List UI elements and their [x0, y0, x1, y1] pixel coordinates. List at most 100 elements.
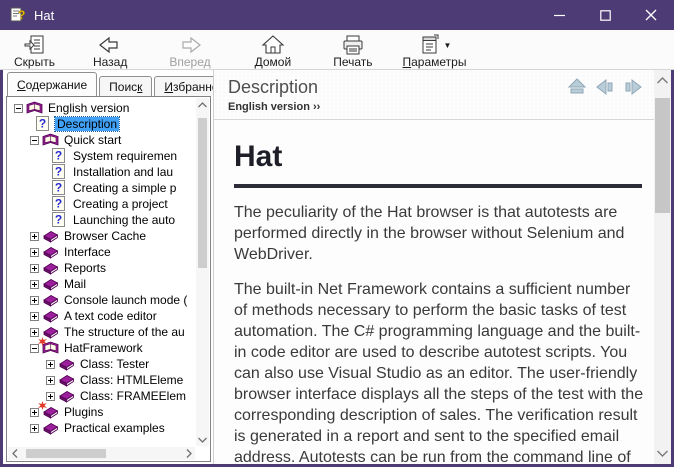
scroll-down-icon[interactable]: [654, 445, 671, 462]
scroll-right-icon[interactable]: [182, 447, 195, 460]
tree-item[interactable]: Quick start: [8, 132, 195, 148]
tab-search[interactable]: Поиск: [99, 76, 153, 96]
expand-plus-icon[interactable]: [30, 263, 39, 273]
collapse-minus-icon[interactable]: [30, 135, 39, 145]
back-arrow-icon: [97, 34, 123, 56]
home-button[interactable]: Домой: [249, 33, 298, 70]
closed-book-icon: [42, 276, 59, 292]
tree-item[interactable]: Console launch mode (: [8, 292, 195, 308]
expand-plus-icon[interactable]: [30, 311, 39, 321]
expand-plus-icon[interactable]: [46, 375, 55, 385]
tree-item[interactable]: Class: HTMLEleme: [8, 372, 195, 388]
scroll-down-icon[interactable]: [196, 433, 209, 446]
svg-text:?: ?: [39, 117, 46, 131]
svg-text:?: ?: [55, 213, 62, 227]
tree-item[interactable]: Practical examples: [8, 420, 195, 436]
app-window: ? Hat Скрыть Назад Вперед Домой Печать ▼…: [0, 0, 674, 467]
topic-nav-arrows: [567, 78, 643, 96]
topic-paragraph: The peculiarity of the Hat browser is th…: [234, 204, 625, 263]
tree-item[interactable]: Reports: [8, 260, 195, 276]
expand-plus-icon[interactable]: [30, 295, 39, 305]
expand-plus-icon[interactable]: [30, 231, 39, 241]
scroll-left-icon[interactable]: [8, 447, 21, 460]
closed-book-icon: [58, 356, 75, 372]
navigation-pane: Содержание Поиск Избранное English versi: [3, 70, 236, 464]
new-star-icon: [38, 337, 47, 346]
hide-button[interactable]: Скрыть: [8, 33, 61, 70]
print-button[interactable]: Печать: [327, 33, 378, 70]
topic-paragraph: The built-in Net Framework contains a su…: [234, 281, 644, 464]
expand-plus-icon[interactable]: [30, 423, 39, 433]
tree-item[interactable]: ? Launching the auto: [8, 212, 195, 228]
tree-vertical-scrollbar[interactable]: [196, 98, 209, 446]
svg-text:?: ?: [18, 8, 25, 22]
scroll-up-icon[interactable]: [654, 72, 671, 89]
open-book-icon: [42, 132, 59, 148]
content-vertical-scrollbar[interactable]: [654, 70, 671, 464]
tree-horizontal-scrollbar[interactable]: [8, 447, 195, 460]
tree-item[interactable]: A text code editor: [8, 308, 195, 324]
open-book-icon: [26, 100, 43, 116]
help-page-icon: ?: [35, 116, 52, 132]
tree-item[interactable]: ? Installation and lau: [8, 164, 195, 180]
next-icon[interactable]: [623, 78, 643, 96]
closed-book-icon: [42, 308, 59, 324]
expand-plus-icon[interactable]: [30, 279, 39, 289]
svg-text:?: ?: [55, 149, 62, 163]
hide-pane-icon: [22, 34, 46, 56]
tree-item[interactable]: Interface: [8, 244, 195, 260]
closed-book-icon: [58, 388, 75, 404]
maximize-button[interactable]: [582, 0, 628, 30]
tree-item[interactable]: ? Creating a project: [8, 196, 195, 212]
tab-contents[interactable]: Содержание: [7, 72, 98, 96]
help-page-icon: ?: [51, 212, 68, 228]
tree-item[interactable]: The structure of the au: [8, 324, 195, 340]
breadcrumb[interactable]: English version ››: [228, 101, 659, 113]
tree-scroll-thumb[interactable]: [198, 118, 207, 268]
topic-header: Description English version ››: [214, 70, 671, 120]
options-button[interactable]: ▼ Параметры: [397, 33, 473, 70]
tree-item[interactable]: Class: FRAMEElem: [8, 388, 195, 404]
dropdown-caret-icon: ▼: [443, 40, 452, 50]
tree-hscroll-thumb[interactable]: [26, 449, 106, 458]
options-icon: ▼: [418, 34, 452, 56]
previous-icon[interactable]: [595, 78, 615, 96]
tree-item[interactable]: Browser Cache: [8, 228, 195, 244]
expand-plus-icon[interactable]: [46, 391, 55, 401]
tree-item[interactable]: English version: [8, 100, 195, 116]
expand-plus-icon[interactable]: [46, 359, 55, 369]
closed-book-icon: [42, 244, 59, 260]
minimize-button[interactable]: [536, 0, 582, 30]
new-star-icon: [38, 401, 47, 410]
topic-body: Hat The peculiarity of the Hat browser i…: [214, 126, 654, 464]
scroll-up-icon[interactable]: [196, 98, 209, 111]
help-page-icon: ?: [51, 196, 68, 212]
expand-plus-icon[interactable]: [30, 247, 39, 257]
closed-book-icon: [42, 228, 59, 244]
contents-tree: English version ? Description Quick star…: [6, 96, 211, 462]
tree-item[interactable]: ? System requiremen: [8, 148, 195, 164]
titlebar: ? Hat: [0, 0, 674, 30]
help-page-icon: ?: [51, 180, 68, 196]
window-title: Hat: [34, 7, 55, 23]
tree-item[interactable]: HatFramework: [8, 337, 195, 356]
content-scroll-thumb[interactable]: [655, 98, 670, 213]
forward-button[interactable]: Вперед: [163, 33, 216, 70]
closed-book-icon: [42, 420, 59, 436]
main-area: Содержание Поиск Избранное English versi: [3, 70, 671, 464]
tree-item[interactable]: Plugins: [8, 401, 195, 420]
topic-pane: Description English version ›› Hat The p…: [213, 70, 671, 464]
expand-plus-icon[interactable]: [30, 327, 39, 337]
tree-item[interactable]: Class: Tester: [8, 356, 195, 372]
closed-book-icon: [58, 372, 75, 388]
tree-item[interactable]: ? Creating a simple p: [8, 180, 195, 196]
nav-tabs: Содержание Поиск Избранное: [3, 70, 236, 96]
close-button[interactable]: [628, 0, 674, 30]
collapse-minus-icon[interactable]: [14, 103, 23, 113]
top-icon[interactable]: [567, 78, 587, 96]
tree-item[interactable]: Mail: [8, 276, 195, 292]
topic-heading: Hat: [234, 140, 283, 173]
tree-item[interactable]: ? Description: [8, 116, 195, 132]
back-button[interactable]: Назад: [87, 33, 133, 70]
home-icon: [261, 34, 285, 56]
